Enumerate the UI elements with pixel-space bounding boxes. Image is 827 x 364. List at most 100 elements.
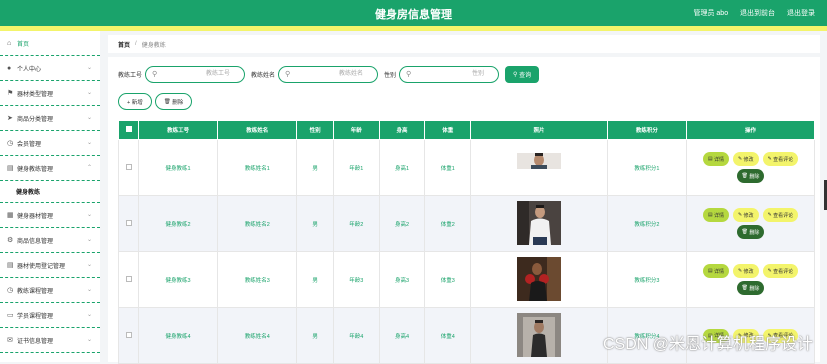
sidebar-item-label: 教练课程管理: [17, 286, 53, 295]
cell-gender: 男: [297, 196, 334, 252]
coach-id-input[interactable]: ⚲教练工号: [145, 66, 245, 83]
cell-gender: 男: [297, 252, 334, 308]
col-header-weight[interactable]: 体重: [425, 121, 471, 140]
detail-label: 详情: [714, 268, 724, 275]
chat-icon: ▭: [7, 311, 17, 319]
cell-points: 教练积分2: [607, 196, 686, 252]
cell-photo: [471, 196, 608, 252]
coach-photo: [517, 201, 561, 245]
cell-name: 教练姓名1: [218, 140, 297, 196]
view-reviews-button[interactable]: ✎ 查看评论: [763, 264, 799, 278]
review-label: 查看评论: [773, 156, 793, 163]
col-header-points[interactable]: 教练积分: [607, 121, 686, 140]
coach-table: 教练工号 教练姓名 性别 年龄 身高 体重 照片 教练积分 操作 健身教练1 教…: [118, 120, 815, 364]
clock-icon: ◷: [7, 139, 17, 147]
coach-photo: [517, 257, 561, 301]
select-all-checkbox[interactable]: [119, 121, 139, 140]
trash-icon: 🗑: [742, 229, 750, 235]
row-checkbox[interactable]: [119, 252, 139, 308]
sidebar: ⌂首页 ●个人中心⌄ ⚑器材类型管理⌄ ➤商品分类管理⌄ ◷会员管理⌄ ▤健身教…: [0, 31, 100, 362]
chevron-down-icon: ⌄: [87, 139, 92, 146]
add-button[interactable]: + 新增: [118, 93, 152, 110]
chevron-down-icon: ⌄: [87, 64, 92, 71]
cell-actions: ▤ 详情 ✎ 修改 ✎ 查看评论 🗑 删除: [687, 140, 815, 196]
sidebar-item-equipment-type[interactable]: ⚑器材类型管理⌄: [0, 81, 100, 106]
cell-points: 教练积分1: [607, 140, 686, 196]
sidebar-item-product-info[interactable]: ⚙商品信息管理⌄: [0, 228, 100, 253]
main-content: 首页 / 健身教练 教练工号 ⚲教练工号 教练姓名 ⚲教练姓名 性别 ⚲性别 ⚲…: [108, 31, 820, 362]
delete-label: 删除: [172, 98, 183, 106]
logout-link[interactable]: 退出登录: [787, 10, 815, 17]
row-checkbox[interactable]: [119, 140, 139, 196]
coach-photo: [517, 313, 561, 357]
view-reviews-button[interactable]: ✎ 查看评论: [763, 152, 799, 166]
detail-button[interactable]: ▤ 详情: [703, 152, 729, 166]
batch-delete-button[interactable]: 🗑 删除: [155, 93, 193, 110]
cell-photo: [471, 140, 608, 196]
breadcrumb-home[interactable]: 首页: [118, 40, 130, 49]
edit-button[interactable]: ✎ 修改: [733, 264, 759, 278]
content-panel: 教练工号 ⚲教练工号 教练姓名 ⚲教练姓名 性别 ⚲性别 ⚲ 查询 + 新增 🗑…: [108, 57, 820, 362]
cell-height: 身高4: [379, 308, 425, 364]
cell-age: 年龄4: [333, 308, 379, 364]
sidebar-item-coach[interactable]: ▤健身教练管理⌃: [0, 156, 100, 181]
search-icon: ⚲: [285, 67, 290, 82]
chevron-down-icon: ⌄: [87, 311, 92, 318]
cell-gender: 男: [297, 140, 334, 196]
search-label-name: 教练姓名: [251, 70, 275, 79]
cell-weight: 体重4: [425, 308, 471, 364]
col-header-height[interactable]: 身高: [379, 121, 425, 140]
cell-gender: 男: [297, 308, 334, 364]
breadcrumb-current: 健身教练: [142, 40, 166, 49]
sidebar-item-student-course[interactable]: ▭学员课程管理 ⌄: [0, 303, 100, 328]
sidebar-item-home[interactable]: ⌂首页: [0, 31, 100, 56]
sidebar-item-label: 学员课程管理: [17, 311, 53, 320]
edit-button[interactable]: ✎ 修改: [733, 152, 759, 166]
chevron-down-icon: ⌄: [87, 336, 92, 343]
sidebar-item-equipment[interactable]: ▦健身器材管理⌄: [0, 203, 100, 228]
search-label-id: 教练工号: [118, 70, 142, 79]
detail-button[interactable]: ▤ 详情: [703, 264, 729, 278]
sidebar-item-certificate[interactable]: ✉证书信息管理⌄: [0, 328, 100, 353]
col-header-age[interactable]: 年龄: [333, 121, 379, 140]
chevron-down-icon: ⌄: [87, 236, 92, 243]
cell-height: 身高3: [379, 252, 425, 308]
coach-name-input[interactable]: ⚲教练姓名: [278, 66, 378, 83]
sidebar-item-usage-register[interactable]: ▤器材使用登记管理⌄: [0, 253, 100, 278]
sidebar-item-label: 个人中心: [17, 64, 41, 73]
sidebar-item-coach-course[interactable]: ◷教练课程管理⌄: [0, 278, 100, 303]
watermark: CSDN @米恩计算机程序设计: [603, 330, 813, 354]
sidebar-item-member[interactable]: ◷会员管理⌄: [0, 131, 100, 156]
chevron-up-icon: ⌃: [87, 164, 92, 171]
delete-button[interactable]: 🗑 删除: [737, 169, 765, 183]
trash-icon: 🗑: [164, 99, 173, 105]
chevron-down-icon: ⌄: [87, 286, 92, 293]
col-header-name[interactable]: 教练姓名: [218, 121, 297, 140]
exit-to-frontend-link[interactable]: 退出到前台: [740, 10, 775, 17]
sidebar-subitem-coach[interactable]: 健身教练: [0, 181, 100, 203]
row-checkbox[interactable]: [119, 196, 139, 252]
cell-age: 年龄2: [333, 196, 379, 252]
detail-button[interactable]: ▤ 详情: [703, 208, 729, 222]
col-header-gender[interactable]: 性别: [297, 121, 334, 140]
chat-icon: ▤: [7, 164, 17, 172]
table-header-row: 教练工号 教练姓名 性别 年龄 身高 体重 照片 教练积分 操作: [119, 121, 815, 140]
table-row: 健身教练1 教练姓名1 男 年龄1 身高1 体重1 教练积分1 ▤ 详情: [119, 140, 815, 196]
view-reviews-button[interactable]: ✎ 查看评论: [763, 208, 799, 222]
trash-icon: 🗑: [742, 173, 750, 179]
sidebar-item-profile[interactable]: ●个人中心⌄: [0, 56, 100, 81]
edit-label: 修改: [744, 268, 754, 275]
row-checkbox[interactable]: [119, 308, 139, 364]
gender-input[interactable]: ⚲性别: [399, 66, 499, 83]
cell-id: 健身教练4: [139, 308, 218, 364]
col-header-id[interactable]: 教练工号: [139, 121, 218, 140]
coach-photo: [517, 153, 561, 169]
delete-button[interactable]: 🗑 删除: [737, 225, 765, 239]
col-header-photo: 照片: [471, 121, 608, 140]
edit-button[interactable]: ✎ 修改: [733, 208, 759, 222]
table-row: 健身教练2 教练姓名2 男 年龄2 身高2 体重2 教练积分2 ▤ 详情: [119, 196, 815, 252]
query-button[interactable]: ⚲ 查询: [505, 66, 539, 83]
delete-button[interactable]: 🗑 删除: [737, 281, 765, 295]
sidebar-item-product-category[interactable]: ➤商品分类管理⌄: [0, 106, 100, 131]
col-header-actions: 操作: [687, 121, 815, 140]
